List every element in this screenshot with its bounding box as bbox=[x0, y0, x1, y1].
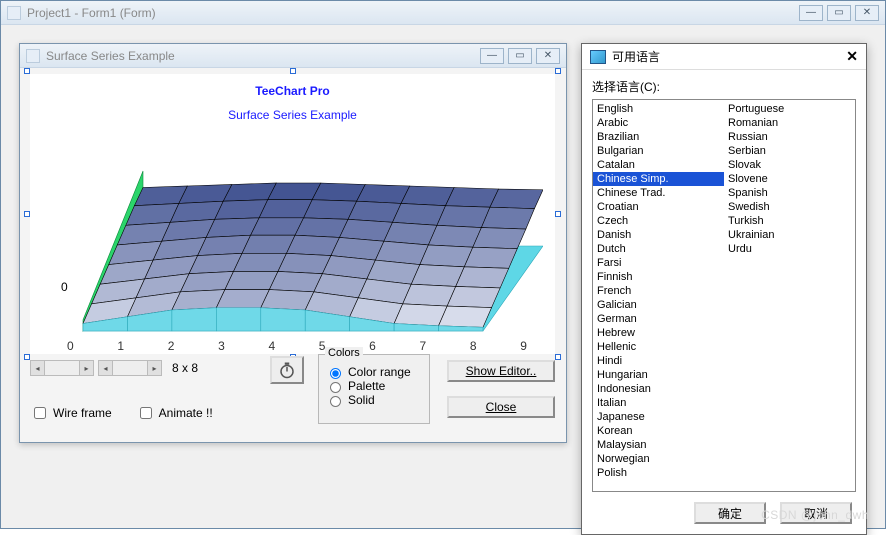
language-item[interactable]: Finnish bbox=[593, 270, 724, 284]
language-item[interactable]: Chinese Simp. bbox=[593, 172, 724, 186]
x-axis-ticks: 0123456789 bbox=[67, 339, 527, 353]
animate-checkbox[interactable]: Animate !! bbox=[136, 404, 213, 422]
grid-x-scroll[interactable]: ◂▸ bbox=[30, 360, 94, 376]
language-item[interactable]: French bbox=[593, 284, 724, 298]
language-item[interactable]: Indonesian bbox=[593, 382, 724, 396]
language-item[interactable]: Catalan bbox=[593, 158, 724, 172]
timer-button[interactable] bbox=[270, 356, 304, 384]
maximize-button[interactable]: ▭ bbox=[827, 5, 851, 21]
language-item[interactable]: Hindi bbox=[593, 354, 724, 368]
ok-button[interactable]: 确定 bbox=[694, 502, 766, 524]
language-dialog-close-icon[interactable]: ✕ bbox=[846, 48, 858, 65]
chart-title-line1: TeeChart Pro bbox=[31, 79, 554, 103]
form-window: Surface Series Example — ▭ ✕ TeeChart Pr… bbox=[19, 43, 567, 443]
x-tick: 1 bbox=[117, 339, 124, 353]
language-select-label: 选择语言(C): bbox=[592, 78, 856, 95]
minimize-button[interactable]: — bbox=[799, 5, 823, 21]
x-tick: 3 bbox=[218, 339, 225, 353]
language-item[interactable]: Portuguese bbox=[724, 102, 855, 116]
language-dialog-titlebar: 可用语言 ✕ bbox=[582, 44, 866, 70]
form-minimize-button[interactable]: — bbox=[480, 48, 504, 64]
colors-group-legend: Colors bbox=[325, 347, 363, 359]
language-item[interactable]: Slovak bbox=[724, 158, 855, 172]
language-item[interactable]: Danish bbox=[593, 228, 724, 242]
language-item[interactable]: Ukrainian bbox=[724, 228, 855, 242]
x-tick: 4 bbox=[268, 339, 275, 353]
grid-size-row: ◂▸ ◂▸ 8 x 8 bbox=[30, 360, 198, 376]
grid-y-scroll[interactable]: ◂▸ bbox=[98, 360, 162, 376]
language-item[interactable]: Russian bbox=[724, 130, 855, 144]
language-item[interactable]: Urdu bbox=[724, 242, 855, 256]
language-item[interactable]: Slovene bbox=[724, 172, 855, 186]
chart-title: TeeChart Pro Surface Series Example bbox=[31, 79, 554, 127]
controls-panel: ◂▸ ◂▸ 8 x 8 Wire frame Animate !! Colors… bbox=[30, 360, 555, 432]
palette-radio[interactable]: Palette bbox=[325, 379, 423, 393]
language-item[interactable]: Norwegian bbox=[593, 452, 724, 466]
language-icon bbox=[590, 50, 606, 64]
app-icon bbox=[7, 6, 21, 20]
show-editor-button[interactable]: Show Editor.. bbox=[447, 360, 555, 382]
language-item[interactable]: Spanish bbox=[724, 186, 855, 200]
main-title-bar: Project1 - Form1 (Form) — ▭ ✕ bbox=[1, 1, 885, 25]
form-title-bar: Surface Series Example — ▭ ✕ bbox=[20, 44, 566, 68]
main-window-title: Project1 - Form1 (Form) bbox=[27, 6, 156, 20]
main-window: Project1 - Form1 (Form) — ▭ ✕ Surface Se… bbox=[0, 0, 886, 529]
language-item[interactable]: Farsi bbox=[593, 256, 724, 270]
close-button[interactable]: ✕ bbox=[855, 5, 879, 21]
x-tick: 9 bbox=[520, 339, 527, 353]
language-item[interactable]: Serbian bbox=[724, 144, 855, 158]
form-maximize-button[interactable]: ▭ bbox=[508, 48, 532, 64]
x-tick: 8 bbox=[470, 339, 477, 353]
language-item[interactable]: Italian bbox=[593, 396, 724, 410]
language-dialog-title: 可用语言 bbox=[612, 48, 660, 65]
language-item[interactable]: Swedish bbox=[724, 200, 855, 214]
language-item[interactable]: English bbox=[593, 102, 724, 116]
x-tick: 0 bbox=[67, 339, 74, 353]
stopwatch-icon bbox=[278, 361, 296, 379]
language-item[interactable]: Dutch bbox=[593, 242, 724, 256]
form-window-title: Surface Series Example bbox=[46, 49, 175, 63]
language-item[interactable]: German bbox=[593, 312, 724, 326]
wireframe-checkbox[interactable]: Wire frame bbox=[30, 404, 112, 422]
language-item[interactable]: Arabic bbox=[593, 116, 724, 130]
language-item[interactable]: Hellenic bbox=[593, 340, 724, 354]
language-item[interactable]: Galician bbox=[593, 298, 724, 312]
x-tick: 2 bbox=[168, 339, 175, 353]
svg-text:0: 0 bbox=[61, 280, 68, 294]
language-item[interactable]: Czech bbox=[593, 214, 724, 228]
colors-group: Colors Color range Palette Solid bbox=[318, 354, 430, 424]
x-tick: 6 bbox=[369, 339, 376, 353]
language-item[interactable]: Brazilian bbox=[593, 130, 724, 144]
language-item[interactable]: Japanese bbox=[593, 410, 724, 424]
language-item[interactable]: Hungarian bbox=[593, 368, 724, 382]
language-item[interactable]: Polish bbox=[593, 466, 724, 480]
close-form-button[interactable]: Close bbox=[447, 396, 555, 418]
language-item[interactable]: Hebrew bbox=[593, 326, 724, 340]
surface-plot: 0 bbox=[43, 131, 543, 349]
language-item[interactable]: Romanian bbox=[724, 116, 855, 130]
watermark: CSDN @john_dwh bbox=[761, 508, 869, 522]
x-tick: 7 bbox=[420, 339, 427, 353]
chart-control[interactable]: TeeChart Pro Surface Series Example 0 0 1… bbox=[30, 74, 555, 354]
language-item[interactable]: Malaysian bbox=[593, 438, 724, 452]
language-item[interactable]: Korean bbox=[593, 424, 724, 438]
chart-title-line2: Surface Series Example bbox=[31, 103, 554, 127]
language-item[interactable]: Turkish bbox=[724, 214, 855, 228]
form-close-button[interactable]: ✕ bbox=[536, 48, 560, 64]
language-item[interactable]: Chinese Trad. bbox=[593, 186, 724, 200]
language-item[interactable]: Bulgarian bbox=[593, 144, 724, 158]
form-window-controls: — ▭ ✕ bbox=[480, 48, 560, 64]
color-range-radio[interactable]: Color range bbox=[325, 365, 423, 379]
language-dialog: 可用语言 ✕ 选择语言(C): EnglishArabicBrazilianBu… bbox=[581, 43, 867, 535]
language-listbox[interactable]: EnglishArabicBrazilianBulgarianCatalanCh… bbox=[592, 99, 856, 492]
main-window-controls: — ▭ ✕ bbox=[799, 5, 879, 21]
solid-radio[interactable]: Solid bbox=[325, 393, 423, 407]
grid-size-label: 8 x 8 bbox=[172, 361, 198, 375]
language-item[interactable]: Croatian bbox=[593, 200, 724, 214]
form-icon bbox=[26, 49, 40, 63]
